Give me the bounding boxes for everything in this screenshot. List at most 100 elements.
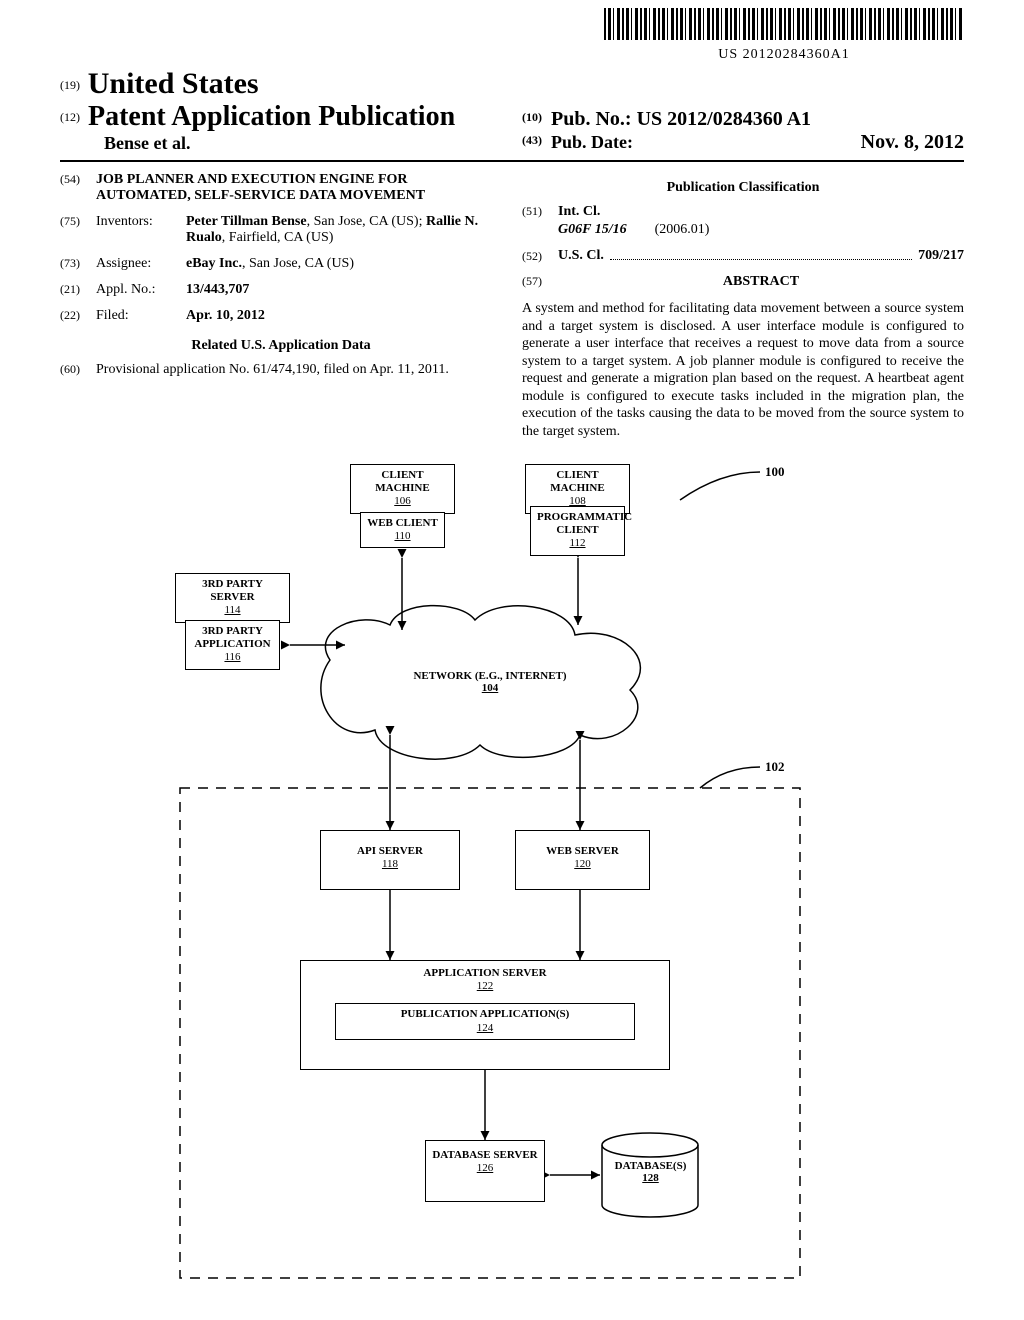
inventor-1-loc: , San Jose, CA (US); — [307, 214, 426, 229]
barcode-area: US 20120284360A1 — [60, 8, 964, 63]
assignee-row: (73) Assignee: eBay Inc., San Jose, CA (… — [60, 256, 502, 272]
pub-no-label: Pub. No.: — [551, 108, 632, 130]
db-server-label: DATABASE SERVER — [432, 1149, 538, 1162]
title-row: (54) JOB PLANNER AND EXECUTION ENGINE FO… — [60, 172, 502, 204]
web-client-num: 110 — [367, 530, 438, 543]
api-server: API SERVER 118 — [320, 830, 460, 890]
database-server: DATABASE SERVER 126 — [425, 1140, 545, 1202]
filed-value: Apr. 10, 2012 — [186, 308, 502, 324]
network-text: NETWORK (E.G., INTERNET) — [413, 670, 566, 682]
country-line: (19) United States — [60, 67, 502, 101]
prog-client-num: 112 — [537, 537, 618, 550]
barcode-icon — [604, 8, 964, 40]
authors-line: Bense et al. — [60, 133, 502, 154]
invention-title: JOB PLANNER AND EXECUTION ENGINE FOR AUT… — [96, 172, 502, 204]
assignee-value: eBay Inc., San Jose, CA (US) — [186, 256, 502, 272]
country-code: (19) — [60, 78, 80, 92]
pub-date: Nov. 8, 2012 — [861, 131, 964, 154]
kind-label: Patent Application Publication — [88, 101, 455, 132]
pub-no-line: (10) Pub. No.: US 2012/0284360 A1 — [522, 108, 964, 131]
third-party-server-label: 3RD PARTY SERVER — [182, 578, 283, 604]
classification-heading: Publication Classification — [522, 180, 964, 196]
databases-num: 128 — [642, 1172, 659, 1184]
ref-102: 102 — [765, 759, 785, 775]
related-heading: Related U.S. Application Data — [60, 338, 502, 354]
programmatic-client: PROGRAMMATIC CLIENT 112 — [530, 506, 625, 556]
intcl-date: (2006.01) — [655, 222, 710, 237]
third-party-server: 3RD PARTY SERVER 114 — [175, 573, 290, 623]
inventor-2-loc: , Fairfield, CA (US) — [222, 230, 334, 245]
abstract-text: A system and method for facilitating dat… — [522, 300, 964, 440]
uscl-row: (52) U.S. Cl. 709/217 — [522, 248, 964, 264]
kind-code: (12) — [60, 110, 80, 124]
inventor-1: Peter Tillman Bense — [186, 214, 307, 229]
header-right: (10) Pub. No.: US 2012/0284360 A1 (43) P… — [502, 108, 964, 154]
appl-label: Appl. No.: — [96, 282, 186, 298]
header-left: (19) United States (12) Patent Applicati… — [60, 67, 502, 154]
pub-no: US 2012/0284360 A1 — [637, 108, 811, 130]
app-server-label: APPLICATION SERVER — [307, 967, 663, 980]
pub-date-code: (43) — [522, 133, 542, 147]
barcode-text: US 20120284360A1 — [604, 47, 964, 63]
appl-code: (21) — [60, 282, 96, 298]
inventors-row: (75) Inventors: Peter Tillman Bense, San… — [60, 214, 502, 246]
application-server: APPLICATION SERVER 122 PUBLICATION APPLI… — [300, 960, 670, 1070]
assignee-loc: , San Jose, CA (US) — [242, 256, 354, 271]
kind-line: (12) Patent Application Publication — [60, 101, 502, 133]
provisional-code: (60) — [60, 362, 96, 378]
provisional-row: (60) Provisional application No. 61/474,… — [60, 362, 502, 378]
appl-row: (21) Appl. No.: 13/443,707 — [60, 282, 502, 298]
databases: DATABASE(S) 128 — [608, 1160, 693, 1184]
third-party-server-num: 114 — [182, 604, 283, 617]
client-machine-1-label: CLIENT MACHINE — [357, 469, 448, 495]
prog-client-label: PROGRAMMATIC CLIENT — [537, 511, 618, 537]
intcl-class: G06F 15/16 — [558, 222, 627, 237]
third-party-app-label: 3RD PARTY APPLICATION — [192, 625, 273, 651]
network-label: NETWORK (E.G., INTERNET) 104 — [390, 670, 590, 694]
publication-applications: PUBLICATION APPLICATION(S) 124 — [335, 1003, 635, 1039]
pub-no-code: (10) — [522, 110, 542, 124]
databases-label: DATABASE(S) — [615, 1160, 687, 1172]
uscl-code: (52) — [522, 249, 558, 264]
title-code: (54) — [60, 172, 96, 204]
network-num: 104 — [482, 682, 499, 694]
biblio: (54) JOB PLANNER AND EXECUTION ENGINE FO… — [60, 172, 964, 440]
left-column: (54) JOB PLANNER AND EXECUTION ENGINE FO… — [60, 172, 502, 440]
pub-date-line: (43) Pub. Date: Nov. 8, 2012 — [522, 131, 964, 154]
client-machine-1-num: 106 — [357, 495, 448, 508]
web-server: WEB SERVER 120 — [515, 830, 650, 890]
client-machine-2-label: CLIENT MACHINE — [532, 469, 623, 495]
inventors-label: Inventors: — [96, 214, 186, 246]
patent-page: US 20120284360A1 (19) United States (12)… — [0, 0, 1024, 1300]
db-server-num: 126 — [432, 1162, 538, 1175]
assignee-name: eBay Inc. — [186, 256, 242, 271]
pub-date-label: Pub. Date: — [551, 132, 633, 152]
abstract-heading: ABSTRACT — [558, 274, 964, 290]
header: (19) United States (12) Patent Applicati… — [60, 67, 964, 162]
intcl-class-row: G06F 15/16 (2006.01) — [522, 222, 964, 238]
figure: 100 102 CLIENT MACHINE 106 WEB CLIENT 11… — [60, 460, 964, 1280]
intcl-row: (51) Int. Cl. — [522, 204, 964, 220]
inventors-code: (75) — [60, 214, 96, 246]
country-name: United States — [88, 67, 259, 100]
third-party-app-num: 116 — [192, 651, 273, 664]
api-server-label: API SERVER — [327, 845, 453, 858]
dot-leader-icon — [610, 250, 912, 260]
pub-apps-num: 124 — [342, 1022, 628, 1035]
assignee-label: Assignee: — [96, 256, 186, 272]
uscl-label: U.S. Cl. — [558, 248, 604, 264]
abstract-heading-row: (57) ABSTRACT — [522, 274, 964, 290]
web-client: WEB CLIENT 110 — [360, 512, 445, 548]
ref-100: 100 — [765, 464, 785, 480]
uscl-value: 709/217 — [918, 248, 964, 264]
app-server-num: 122 — [307, 980, 663, 993]
filed-code: (22) — [60, 308, 96, 324]
third-party-application: 3RD PARTY APPLICATION 116 — [185, 620, 280, 670]
assignee-code: (73) — [60, 256, 96, 272]
web-client-label: WEB CLIENT — [367, 517, 438, 530]
intcl-code: (51) — [522, 204, 558, 220]
pub-apps-label: PUBLICATION APPLICATION(S) — [342, 1008, 628, 1021]
abstract-code: (57) — [522, 274, 558, 290]
filed-row: (22) Filed: Apr. 10, 2012 — [60, 308, 502, 324]
client-machine-1: CLIENT MACHINE 106 — [350, 464, 455, 514]
